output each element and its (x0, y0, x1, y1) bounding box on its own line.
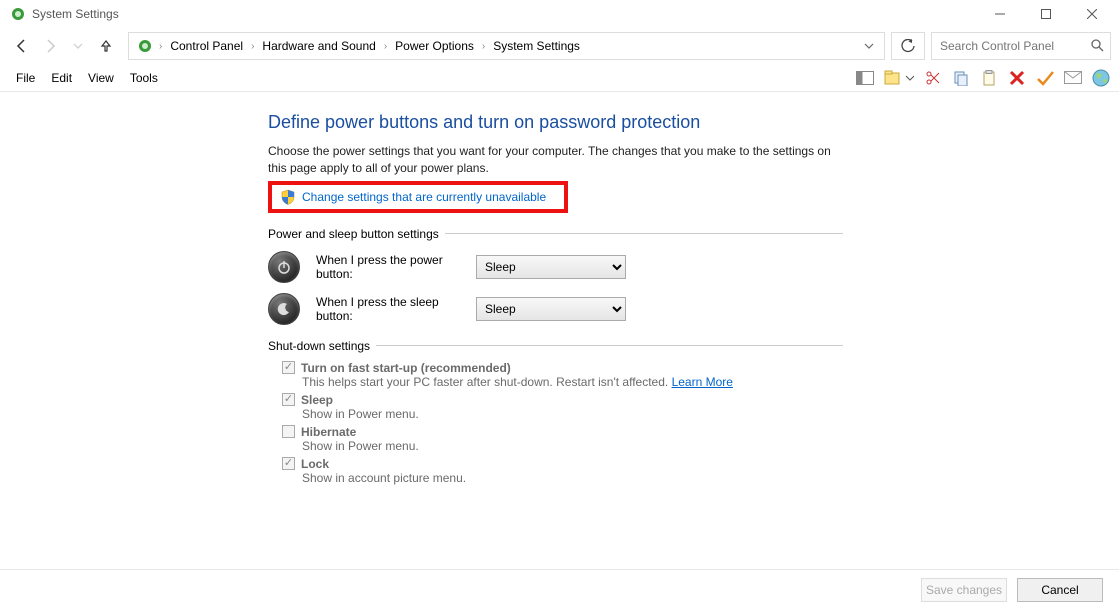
recent-dropdown[interactable] (64, 32, 92, 60)
footer: Save changes Cancel (0, 569, 1119, 609)
checkbox-label: Turn on fast start-up (recommended) (301, 361, 511, 375)
shutdown-item-faststartup: Turn on fast start-up (recommended) This… (282, 361, 843, 389)
checkbox-label: Lock (301, 457, 329, 471)
toolbar (855, 64, 1111, 91)
folder-tool-icon[interactable] (883, 68, 915, 88)
checkbox-faststartup[interactable] (282, 361, 295, 374)
breadcrumb-label: Control Panel (170, 39, 243, 53)
address-right (858, 33, 880, 59)
checkbox-hibernate[interactable] (282, 425, 295, 438)
close-button[interactable] (1069, 0, 1115, 28)
sleep-icon (268, 293, 300, 325)
desc-text: This helps start your PC faster after sh… (302, 375, 672, 389)
checkmark-icon[interactable] (1035, 68, 1055, 88)
item-desc: Show in Power menu. (302, 439, 843, 453)
item-desc: Show in Power menu. (302, 407, 843, 421)
checkbox-sleep[interactable] (282, 393, 295, 406)
mail-icon[interactable] (1063, 68, 1083, 88)
page-intro: Choose the power settings that you want … (268, 143, 843, 177)
item-desc: This helps start your PC faster after sh… (302, 375, 843, 389)
power-button-row: When I press the power button: Sleep (268, 251, 843, 283)
divider (376, 345, 843, 346)
change-settings-link[interactable]: Change settings that are currently unava… (302, 190, 546, 204)
breadcrumb-label: Power Options (395, 39, 474, 53)
content-area: Define power buttons and turn on passwor… (0, 92, 1119, 569)
chevron-right-icon[interactable]: › (157, 41, 164, 52)
section-shutdown: Shut-down settings (268, 339, 843, 353)
copy-icon[interactable] (951, 68, 971, 88)
menu-tools[interactable]: Tools (122, 71, 166, 85)
power-button-select[interactable]: Sleep (476, 255, 626, 279)
shutdown-item-sleep: Sleep Show in Power menu. (282, 393, 843, 421)
globe-icon[interactable] (1091, 68, 1111, 88)
learn-more-link[interactable]: Learn More (672, 375, 733, 389)
page-heading: Define power buttons and turn on passwor… (268, 112, 843, 133)
sleep-button-label: When I press the sleep button: (316, 295, 476, 323)
menu-row: File Edit View Tools (0, 64, 1119, 92)
divider (445, 233, 843, 234)
highlighted-change-settings: Change settings that are currently unava… (268, 181, 568, 213)
section-label: Shut-down settings (268, 339, 370, 353)
maximize-button[interactable] (1023, 0, 1069, 28)
breadcrumb-label: System Settings (493, 39, 580, 53)
panel-icon[interactable] (855, 68, 875, 88)
window-controls (977, 0, 1115, 28)
shield-icon (280, 189, 296, 205)
search-input[interactable] (938, 38, 1090, 54)
app-icon (10, 6, 26, 22)
power-button-label: When I press the power button: (316, 253, 476, 281)
address-dropdown[interactable] (858, 33, 880, 59)
nav-row: › Control Panel › Hardware and Sound › P… (0, 28, 1119, 64)
breadcrumb-item[interactable]: Hardware and Sound (256, 33, 381, 59)
save-changes-button[interactable]: Save changes (921, 578, 1007, 602)
menu-edit[interactable]: Edit (43, 71, 80, 85)
chevron-right-icon[interactable]: › (382, 41, 389, 52)
address-bar[interactable]: › Control Panel › Hardware and Sound › P… (128, 32, 885, 60)
address-icon (137, 38, 153, 54)
forward-button[interactable] (36, 32, 64, 60)
up-button[interactable] (92, 32, 120, 60)
section-power-sleep: Power and sleep button settings (268, 227, 843, 241)
menu-view[interactable]: View (80, 71, 122, 85)
minimize-button[interactable] (977, 0, 1023, 28)
shutdown-item-lock: Lock Show in account picture menu. (282, 457, 843, 485)
item-desc: Show in account picture menu. (302, 471, 843, 485)
shutdown-item-hibernate: Hibernate Show in Power menu. (282, 425, 843, 453)
back-button[interactable] (8, 32, 36, 60)
chevron-right-icon[interactable]: › (249, 41, 256, 52)
delete-icon[interactable] (1007, 68, 1027, 88)
sleep-button-row: When I press the sleep button: Sleep (268, 293, 843, 325)
breadcrumb-item[interactable]: Control Panel (164, 33, 249, 59)
search-box[interactable] (931, 32, 1111, 60)
chevron-right-icon[interactable]: › (480, 41, 487, 52)
refresh-button[interactable] (891, 32, 925, 60)
search-icon[interactable] (1090, 38, 1104, 55)
checkbox-lock[interactable] (282, 457, 295, 470)
checkbox-label: Hibernate (301, 425, 356, 439)
titlebar: System Settings (0, 0, 1119, 28)
breadcrumb-label: Hardware and Sound (262, 39, 375, 53)
menu-file[interactable]: File (8, 71, 43, 85)
breadcrumb-item[interactable]: System Settings (487, 33, 586, 59)
sleep-button-select[interactable]: Sleep (476, 297, 626, 321)
power-icon (268, 251, 300, 283)
clipboard-icon[interactable] (979, 68, 999, 88)
cancel-button[interactable]: Cancel (1017, 578, 1103, 602)
checkbox-label: Sleep (301, 393, 333, 407)
breadcrumb-item[interactable]: Power Options (389, 33, 480, 59)
scissors-icon[interactable] (923, 68, 943, 88)
section-label: Power and sleep button settings (268, 227, 439, 241)
window-title: System Settings (32, 7, 119, 21)
